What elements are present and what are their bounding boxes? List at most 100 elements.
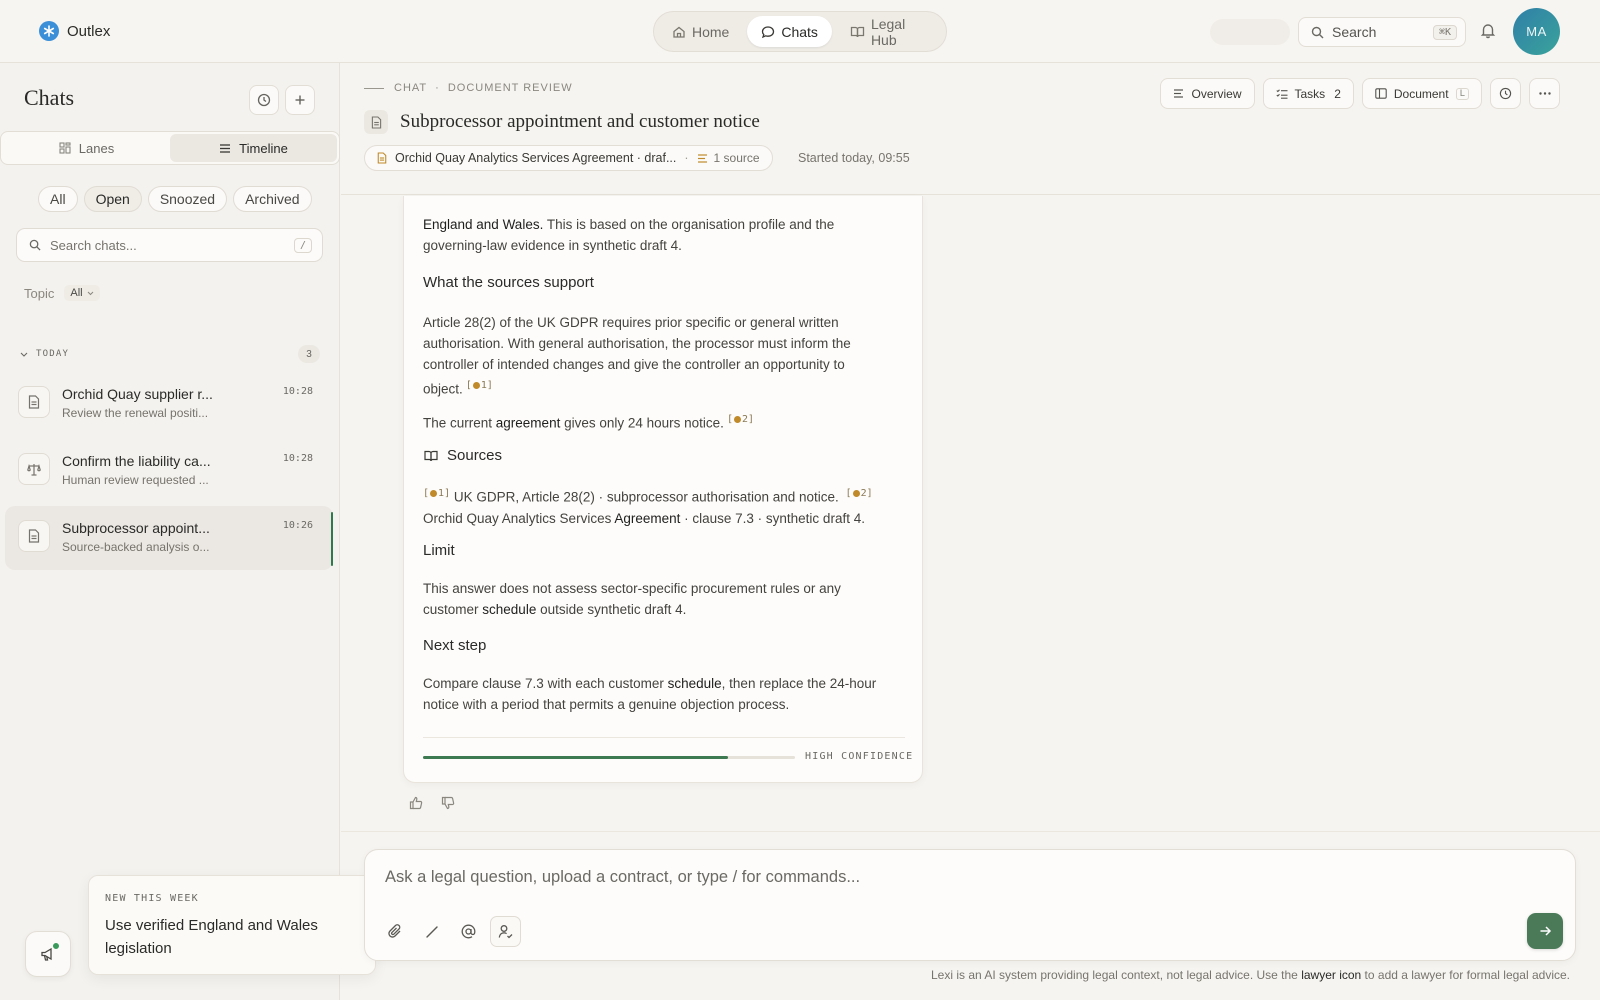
global-search[interactable]: Search ⌘K bbox=[1298, 17, 1466, 47]
announcement-kicker: NEW THIS WEEK bbox=[105, 893, 199, 904]
avatar[interactable]: MA bbox=[1513, 8, 1560, 55]
source-one[interactable]: UK GDPR, Article 28(2) · subprocessor au… bbox=[450, 490, 839, 505]
filter-snoozed[interactable]: Snoozed bbox=[147, 186, 228, 212]
citation-number: 2 bbox=[860, 488, 867, 499]
unread-dot bbox=[52, 942, 60, 950]
agreement-text-a: The current bbox=[423, 415, 496, 431]
view-lanes[interactable]: Lanes bbox=[3, 134, 170, 162]
citation-marker[interactable]: [1] bbox=[423, 488, 450, 499]
view-switcher: Lanes Timeline bbox=[0, 131, 340, 165]
thumbs-up-icon[interactable] bbox=[409, 796, 423, 810]
send-button[interactable] bbox=[1527, 913, 1563, 949]
more-button[interactable] bbox=[1529, 78, 1560, 109]
next-term: schedule bbox=[667, 676, 722, 691]
brand[interactable]: Outlex bbox=[39, 21, 110, 41]
chat-item-time: 10:28 bbox=[282, 453, 313, 464]
document-button[interactable]: Document L bbox=[1361, 78, 1482, 109]
slash-icon bbox=[425, 925, 439, 939]
view-timeline[interactable]: Timeline bbox=[170, 134, 337, 162]
breadcrumb-chat[interactable]: CHAT bbox=[394, 82, 427, 94]
history-button[interactable] bbox=[249, 85, 279, 115]
overview-label: Overview bbox=[1191, 86, 1242, 101]
breadcrumb: CHAT · DOCUMENT REVIEW bbox=[364, 82, 573, 94]
nav-chats[interactable]: Chats bbox=[747, 16, 832, 47]
agreement-term: agreement bbox=[495, 415, 561, 431]
citation-marker[interactable]: [2] bbox=[727, 414, 754, 425]
thumbs-down-icon[interactable] bbox=[441, 796, 455, 810]
breadcrumb-type: DOCUMENT REVIEW bbox=[447, 82, 573, 94]
filter-all[interactable]: All bbox=[38, 186, 78, 212]
section-heading-limit: Limit bbox=[423, 542, 455, 559]
chat-search-shortcut: / bbox=[293, 237, 312, 253]
chat-item-title: Subprocessor appoint... bbox=[62, 520, 210, 536]
add-lawyer-button[interactable] bbox=[490, 916, 521, 947]
chat-list-item[interactable]: Confirm the liability ca... Human review… bbox=[5, 439, 333, 503]
citation-number: 1 bbox=[480, 380, 487, 391]
composer bbox=[364, 849, 1576, 961]
tasks-label: Tasks bbox=[1294, 86, 1326, 101]
overview-button[interactable]: Overview bbox=[1160, 78, 1255, 109]
sources-list: [1] UK GDPR, Article 28(2) · subprocesso… bbox=[423, 483, 883, 529]
document-label: Document bbox=[1393, 86, 1449, 101]
notifications-button[interactable] bbox=[1480, 22, 1496, 39]
topic-select[interactable]: All bbox=[64, 285, 100, 301]
nav-legal-hub[interactable]: Legal Hub bbox=[836, 16, 942, 48]
document-icon bbox=[18, 386, 50, 418]
next-text-a: Compare clause 7.3 with each customer bbox=[423, 676, 668, 691]
tasks-button[interactable]: Tasks 2 bbox=[1262, 78, 1354, 109]
source-two-term[interactable]: Agreement bbox=[614, 511, 680, 526]
context-pill[interactable]: Orchid Quay Analytics Services Agreement… bbox=[364, 145, 773, 171]
message-input[interactable] bbox=[385, 868, 1545, 887]
chat-list-item[interactable]: Subprocessor appoint... Source-backed an… bbox=[5, 506, 333, 570]
title-row: Subprocessor appointment and customer no… bbox=[364, 110, 760, 134]
view-lanes-label: Lanes bbox=[78, 140, 115, 156]
search-icon bbox=[29, 239, 41, 251]
limit-text-c: outside synthetic draft 4. bbox=[536, 602, 687, 617]
filter-archived[interactable]: Archived bbox=[233, 186, 312, 212]
composer-tools bbox=[379, 916, 521, 947]
brand-name: Outlex bbox=[67, 22, 111, 40]
sidebar: Chats Lanes Timeline All Open Snoozed Ar… bbox=[0, 63, 340, 1000]
group-header-today[interactable]: TODAY 3 bbox=[20, 345, 320, 363]
chat-header: CHAT · DOCUMENT REVIEW Subprocessor appo… bbox=[341, 63, 1600, 195]
search-icon bbox=[1311, 26, 1324, 39]
nav-home[interactable]: Home bbox=[658, 16, 743, 47]
announcements-button[interactable] bbox=[25, 931, 71, 977]
intro-emphasis: England and Wales. bbox=[423, 217, 544, 232]
announcement-card[interactable]: NEW THIS WEEK Use verified England and W… bbox=[88, 875, 376, 975]
answer-card: England and Wales. This is based on the … bbox=[403, 196, 923, 783]
attach-button[interactable] bbox=[379, 916, 410, 947]
history-button[interactable] bbox=[1490, 78, 1521, 109]
citation-number: 2 bbox=[741, 414, 748, 425]
context-separator: · bbox=[684, 151, 689, 165]
lawyer-icon-link[interactable]: lawyer icon bbox=[1301, 968, 1361, 982]
scales-icon bbox=[18, 453, 50, 485]
commands-button[interactable] bbox=[416, 916, 447, 947]
chevron-down-icon bbox=[87, 291, 94, 296]
context-document: Orchid Quay Analytics Services Agreement… bbox=[395, 151, 677, 165]
topic-label: Topic bbox=[24, 285, 55, 301]
chat-search[interactable]: Search chats... / bbox=[16, 228, 323, 262]
grid-icon bbox=[59, 142, 71, 154]
arrow-right-icon bbox=[1539, 925, 1552, 937]
feedback-actions bbox=[409, 796, 455, 810]
nav-chats-label: Chats bbox=[781, 23, 818, 40]
new-chat-button[interactable] bbox=[285, 85, 315, 115]
chevron-down-icon bbox=[20, 352, 28, 357]
citation-marker[interactable]: [1] bbox=[466, 380, 493, 391]
page-title: Subprocessor appointment and customer no… bbox=[400, 111, 760, 132]
source-two-a[interactable]: Orchid Quay Analytics Services bbox=[423, 511, 614, 526]
citation-marker[interactable]: [2] bbox=[846, 488, 873, 499]
mention-button[interactable] bbox=[453, 916, 484, 947]
header-actions: Overview Tasks 2 Document L bbox=[1160, 78, 1560, 109]
support-paragraph: Article 28(2) of the UK GDPR requires pr… bbox=[423, 312, 883, 400]
book-icon bbox=[850, 25, 865, 39]
chat-item-subtitle: Source-backed analysis o... bbox=[62, 540, 210, 554]
filter-open[interactable]: Open bbox=[83, 186, 142, 212]
main-nav: Home Chats Legal Hub bbox=[653, 11, 947, 52]
search-shortcut: ⌘K bbox=[1432, 24, 1457, 40]
chat-list-item[interactable]: Orchid Quay supplier r... Review the ren… bbox=[5, 372, 333, 436]
view-timeline-label: Timeline bbox=[239, 140, 288, 156]
active-indicator bbox=[331, 512, 333, 566]
source-two-c[interactable]: · clause 7.3 · synthetic draft 4. bbox=[680, 511, 865, 526]
